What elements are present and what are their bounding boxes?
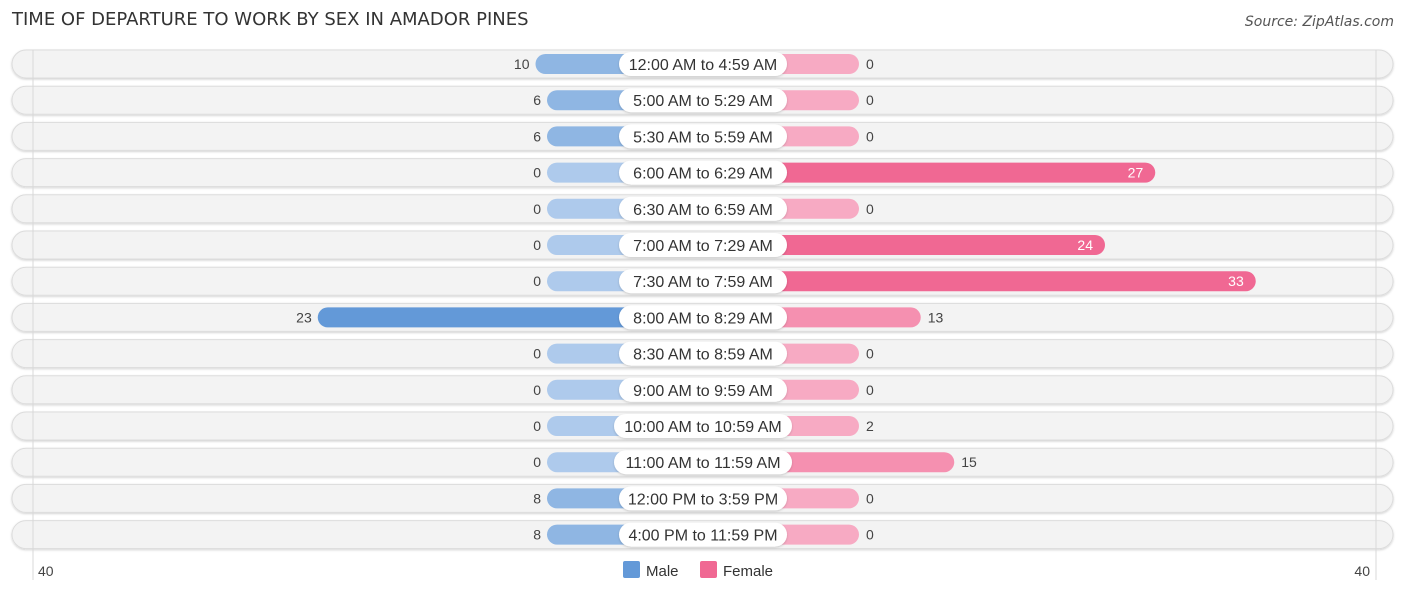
value-label-male: 6 <box>533 92 541 108</box>
value-label-female: 0 <box>866 56 874 72</box>
category-label: 4:00 PM to 11:59 PM <box>628 528 777 545</box>
value-label-female: 27 <box>1128 165 1144 181</box>
value-label-female: 13 <box>928 309 944 325</box>
value-label-female: 2 <box>866 418 874 434</box>
chart-row: 6 0 5:30 AM to 5:59 AM <box>11 121 1394 151</box>
value-label-female: 0 <box>866 527 874 543</box>
value-label-male: 0 <box>533 273 541 289</box>
category-label: 9:00 AM to 9:59 AM <box>633 383 773 400</box>
value-label-female: 15 <box>961 454 977 470</box>
value-label-female: 0 <box>866 346 874 362</box>
legend-swatch-male <box>623 561 640 578</box>
value-label-male: 23 <box>296 309 312 325</box>
value-label-male: 8 <box>533 527 541 543</box>
category-label: 8:30 AM to 8:59 AM <box>633 347 773 364</box>
chart-row: 10 0 12:00 AM to 4:59 AM <box>11 49 1394 79</box>
category-label: 12:00 AM to 4:59 AM <box>629 57 778 74</box>
chart-row: 0 24 7:00 AM to 7:29 AM <box>11 230 1394 260</box>
category-label: 5:00 AM to 5:29 AM <box>633 93 773 110</box>
chart-row: 0 0 9:00 AM to 9:59 AM <box>11 375 1394 405</box>
chart-row: 0 0 6:30 AM to 6:59 AM <box>11 194 1394 224</box>
value-label-male: 0 <box>533 201 541 217</box>
value-label-female: 0 <box>866 382 874 398</box>
value-label-male: 0 <box>533 237 541 253</box>
category-label: 7:00 AM to 7:29 AM <box>633 238 773 255</box>
axis-label-left: 40 <box>38 563 54 579</box>
chart-row: 0 33 7:30 AM to 7:59 AM <box>11 266 1394 296</box>
chart-row: 0 15 11:00 AM to 11:59 AM <box>11 447 1394 477</box>
chart-row: 8 0 12:00 PM to 3:59 PM <box>11 483 1394 513</box>
chart-row: 8 0 4:00 PM to 11:59 PM <box>11 520 1394 550</box>
chart-row: 0 2 10:00 AM to 10:59 AM <box>11 411 1394 441</box>
value-label-male: 0 <box>533 165 541 181</box>
value-label-female: 0 <box>866 92 874 108</box>
category-label: 6:30 AM to 6:59 AM <box>633 202 773 219</box>
category-label: 6:00 AM to 6:29 AM <box>633 166 773 183</box>
value-label-male: 0 <box>533 346 541 362</box>
chart-row: 0 0 8:30 AM to 8:59 AM <box>11 339 1394 369</box>
value-label-female: 24 <box>1077 237 1093 253</box>
value-label-female: 33 <box>1228 273 1244 289</box>
category-label: 11:00 AM to 11:59 AM <box>625 455 780 472</box>
value-label-male: 10 <box>514 56 530 72</box>
legend: Male Female <box>623 561 773 580</box>
legend-swatch-female <box>700 561 717 578</box>
axis-label-right: 40 <box>1354 563 1370 579</box>
value-label-male: 0 <box>533 382 541 398</box>
chart-canvas: 10 0 12:00 AM to 4:59 AM 6 0 5:00 AM to 5:29 … <box>11 49 1394 580</box>
legend-label-male: Male <box>646 563 679 580</box>
value-label-male: 6 <box>533 128 541 144</box>
legend-label-female: Female <box>723 563 773 580</box>
value-label-male: 0 <box>533 454 541 470</box>
value-label-female: 0 <box>866 490 874 506</box>
value-label-male: 8 <box>533 490 541 506</box>
value-label-male: 0 <box>533 418 541 434</box>
value-label-female: 0 <box>866 201 874 217</box>
category-label: 12:00 PM to 3:59 PM <box>628 491 778 508</box>
chart-row: 6 0 5:00 AM to 5:29 AM <box>11 85 1394 115</box>
category-label: 8:00 AM to 8:29 AM <box>633 310 773 327</box>
category-label: 5:30 AM to 5:59 AM <box>633 129 773 146</box>
category-label: 7:30 AM to 7:59 AM <box>633 274 773 291</box>
value-label-female: 0 <box>866 128 874 144</box>
chart-row: 23 13 8:00 AM to 8:29 AM <box>11 302 1394 332</box>
chart-row: 0 27 6:00 AM to 6:29 AM <box>11 158 1394 188</box>
category-label: 10:00 AM to 10:59 AM <box>624 419 781 436</box>
